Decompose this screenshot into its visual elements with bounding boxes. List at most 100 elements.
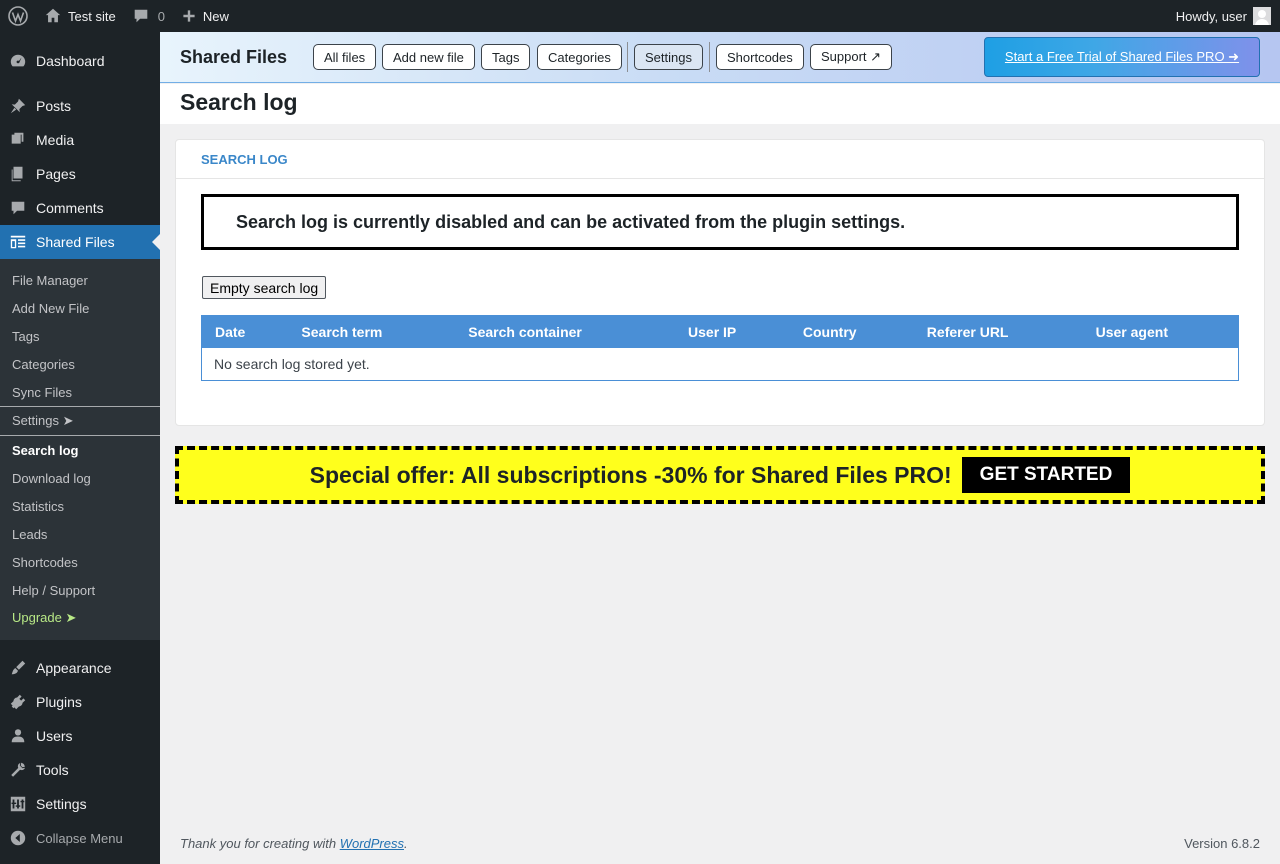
sidebar-item-settings[interactable]: Settings: [0, 787, 160, 821]
sidebar-item-label: Shared Files: [36, 234, 115, 250]
shared-files-submenu: File Manager Add New File Tags Categorie…: [0, 259, 160, 640]
support-button[interactable]: Support ↗: [810, 44, 893, 70]
search-log-table: Date Search term Search container User I…: [201, 315, 1239, 381]
sidebar-item-label: Appearance: [36, 660, 112, 676]
submenu-settings[interactable]: Settings ➤: [0, 406, 160, 436]
title-band: [160, 84, 1280, 124]
sidebar-item-posts[interactable]: Posts: [0, 89, 160, 123]
new-content-link[interactable]: New: [173, 0, 237, 32]
collapse-arrow-icon: [0, 829, 36, 847]
submenu-tags[interactable]: Tags: [0, 322, 160, 350]
wrench-icon: [0, 761, 36, 779]
sidebar-item-dashboard[interactable]: Dashboard: [0, 44, 160, 78]
column-header-user-agent: User agent: [1082, 315, 1239, 348]
sidebar-item-label: Posts: [36, 98, 72, 114]
settings-button[interactable]: Settings: [634, 44, 703, 70]
submenu-download-log[interactable]: Download log: [0, 464, 160, 492]
media-icon: [0, 131, 36, 149]
free-trial-button[interactable]: Start a Free Trial of Shared Files PRO ➜: [984, 37, 1260, 77]
sidebar-item-plugins[interactable]: Plugins: [0, 685, 160, 719]
column-header-search-container: Search container: [455, 315, 676, 348]
wordpress-link[interactable]: WordPress: [340, 836, 404, 851]
sidebar-item-pages[interactable]: Pages: [0, 157, 160, 191]
pages-icon: [0, 165, 36, 183]
get-started-button[interactable]: GET STARTED: [961, 457, 1131, 493]
brush-icon: [0, 659, 36, 677]
submenu-sync-files[interactable]: Sync Files: [0, 378, 160, 406]
header-separator: [627, 42, 628, 72]
sidebar-item-users[interactable]: Users: [0, 719, 160, 753]
column-header-date: Date: [201, 315, 289, 348]
footer-version: Version 6.8.2: [1184, 836, 1260, 851]
search-log-card: SEARCH LOG Search log is currently disab…: [175, 139, 1265, 426]
tags-button[interactable]: Tags: [481, 44, 531, 70]
comment-icon: [0, 199, 36, 217]
table-header-row: Date Search term Search container User I…: [201, 315, 1239, 348]
dashboard-icon: [0, 52, 36, 70]
card-title: SEARCH LOG: [176, 140, 1264, 179]
sidebar-item-appearance[interactable]: Appearance: [0, 651, 160, 685]
offer-text: Special offer: All subscriptions -30% fo…: [309, 461, 952, 488]
submenu-search-log[interactable]: Search log: [0, 436, 160, 464]
special-offer-banner: Special offer: All subscriptions -30% fo…: [175, 446, 1265, 504]
sidebar-item-label: Dashboard: [36, 53, 105, 69]
all-files-button[interactable]: All files: [313, 44, 377, 70]
footer-thanks-prefix: Thank you for creating with: [180, 836, 340, 851]
sidebar-item-label: Media: [36, 132, 75, 148]
add-new-file-button[interactable]: Add new file: [382, 44, 475, 70]
submenu-upgrade[interactable]: Upgrade ➤: [0, 604, 160, 632]
sidebar-item-media[interactable]: Media: [0, 123, 160, 157]
comment-bubble-icon: [134, 9, 147, 23]
empty-search-log-button[interactable]: Empty search log: [202, 276, 327, 299]
sidebar-item-shared-files[interactable]: Shared Files: [0, 225, 160, 259]
sidebar-item-label: Users: [36, 728, 73, 744]
sidebar-item-label: Comments: [36, 200, 104, 216]
column-header-country: Country: [789, 315, 914, 348]
submenu-shortcodes[interactable]: Shortcodes: [0, 548, 160, 576]
submenu-file-manager[interactable]: File Manager: [0, 266, 160, 294]
comments-count: 0: [157, 8, 165, 24]
howdy-text: Howdy, user: [1175, 8, 1247, 24]
sidebar-item-label: Plugins: [36, 694, 82, 710]
new-label: New: [202, 8, 229, 24]
footer-thanks-suffix: .: [404, 836, 408, 851]
header-separator: [709, 42, 710, 72]
sidebar-item-comments[interactable]: Comments: [0, 191, 160, 225]
collapse-menu-label: Collapse Menu: [36, 830, 123, 846]
categories-button[interactable]: Categories: [537, 44, 622, 70]
submenu-add-new-file[interactable]: Add New File: [0, 294, 160, 322]
plus-icon: [183, 10, 195, 22]
shortcodes-button[interactable]: Shortcodes: [716, 44, 804, 70]
column-header-search-term: Search term: [288, 315, 456, 348]
column-header-referer-url: Referer URL: [913, 315, 1083, 348]
site-name: Test site: [68, 8, 116, 24]
collapse-menu-button[interactable]: Collapse Menu: [0, 821, 160, 855]
sidebar-item-label: Pages: [36, 166, 76, 182]
home-icon: [45, 8, 61, 23]
pin-icon: [0, 97, 36, 115]
disabled-notice: Search log is currently disabled and can…: [201, 194, 1239, 250]
settings-icon: [0, 795, 36, 813]
site-name-link[interactable]: Test site: [36, 0, 124, 32]
submenu-help-support[interactable]: Help / Support: [0, 576, 160, 604]
plugin-header: Shared Files All files Add new file Tags…: [160, 32, 1280, 83]
plugin-icon: [0, 693, 36, 711]
admin-bar: Test site 0 New Howdy, user: [0, 0, 1280, 32]
shared-files-icon: [0, 233, 36, 251]
empty-table-message: No search log stored yet.: [201, 347, 1239, 381]
column-header-user-ip: User IP: [675, 315, 790, 348]
wordpress-logo-icon[interactable]: [0, 0, 36, 32]
sidebar-item-label: Settings: [36, 796, 87, 812]
account-menu[interactable]: Howdy, user: [1168, 0, 1280, 32]
sidebar-item-tools[interactable]: Tools: [0, 753, 160, 787]
submenu-statistics[interactable]: Statistics: [0, 492, 160, 520]
table-row: No search log stored yet.: [201, 347, 1239, 381]
sidebar-item-label: Tools: [36, 762, 69, 778]
submenu-categories[interactable]: Categories: [0, 350, 160, 378]
submenu-leads[interactable]: Leads: [0, 520, 160, 548]
footer-thanks: Thank you for creating with WordPress.: [180, 836, 408, 851]
page-title: Search log: [180, 89, 298, 115]
plugin-title: Shared Files: [180, 47, 288, 67]
comments-link[interactable]: 0: [124, 0, 173, 32]
users-icon: [0, 727, 36, 745]
